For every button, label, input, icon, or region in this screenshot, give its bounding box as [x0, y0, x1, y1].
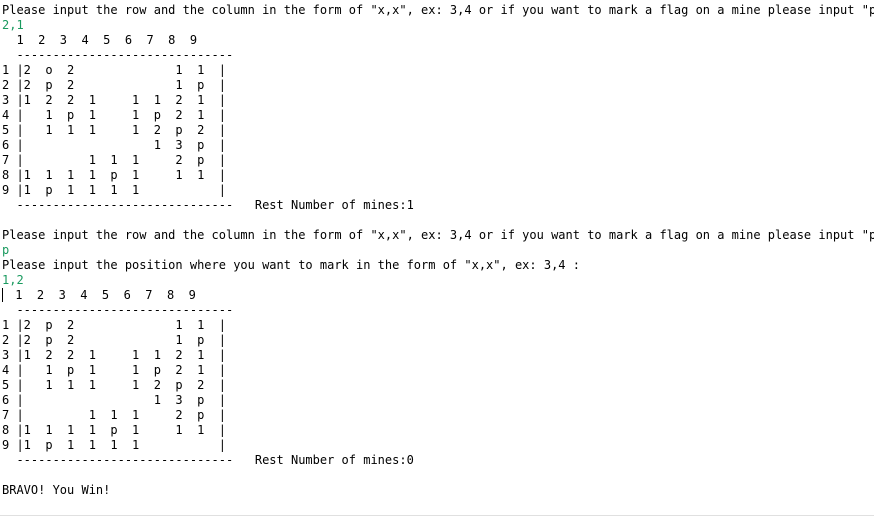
user-input-echo: 2,1 — [2, 18, 24, 32]
board-row: 3 |1 2 2 1 1 1 2 1 | — [2, 348, 226, 362]
text-cursor[interactable] — [2, 288, 3, 302]
board-row: 7 | 1 1 1 2 p | — [2, 408, 226, 422]
board-row: 3 |1 2 2 1 1 1 2 1 | — [2, 93, 226, 107]
board-column-header-row: 1 2 3 4 5 6 7 8 9 — [2, 288, 874, 303]
board-top-rule: ------------------------------ — [2, 48, 234, 62]
board-top-rule: ------------------------------ — [2, 303, 234, 317]
board-row: 4 | 1 p 1 1 p 2 1 | — [2, 108, 226, 122]
move-prompt: Please input the row and the column in t… — [2, 228, 874, 242]
board-row: 5 | 1 1 1 1 2 p 2 | — [2, 123, 226, 137]
board-bottom-rule-with-mine-count: ------------------------------ Rest Numb… — [2, 453, 414, 467]
board-row: 6 | 1 3 p | — [2, 393, 226, 407]
board-row: 8 |1 1 1 1 p 1 1 1 | — [2, 423, 226, 437]
board-row: 5 | 1 1 1 1 2 p 2 | — [2, 378, 226, 392]
win-message: BRAVO! You Win! — [2, 483, 111, 497]
board-row: 2 |2 p 2 1 p | — [2, 333, 226, 347]
mark-position-prompt: Please input the position where you want… — [2, 258, 580, 272]
board-row: 7 | 1 1 1 2 p | — [2, 153, 226, 167]
console-bottom-border — [0, 515, 874, 516]
board-column-header: 1 2 3 4 5 6 7 8 9 — [8, 288, 196, 302]
board-row: 2 |2 p 2 1 p | — [2, 78, 226, 92]
board-row: 1 |2 p 2 1 1 | — [2, 318, 226, 332]
board-bottom-rule-with-mine-count: ------------------------------ Rest Numb… — [2, 198, 414, 212]
user-input-echo: p — [2, 243, 10, 257]
board-row: 9 |1 p 1 1 1 1 | — [2, 183, 226, 197]
board-row: 8 |1 1 1 1 p 1 1 1 | — [2, 168, 226, 182]
board-row: 6 | 1 3 p | — [2, 138, 226, 152]
board-row: 9 |1 p 1 1 1 1 | — [2, 438, 226, 452]
board-column-header: 1 2 3 4 5 6 7 8 9 — [2, 33, 198, 47]
board-row: 1 |2 o 2 1 1 | — [2, 63, 226, 77]
board-row: 4 | 1 p 1 1 p 2 1 | — [2, 363, 226, 377]
move-prompt: Please input the row and the column in t… — [2, 3, 874, 17]
console-output: Please input the row and the column in t… — [2, 3, 874, 498]
user-input-echo: 1,2 — [2, 273, 24, 287]
